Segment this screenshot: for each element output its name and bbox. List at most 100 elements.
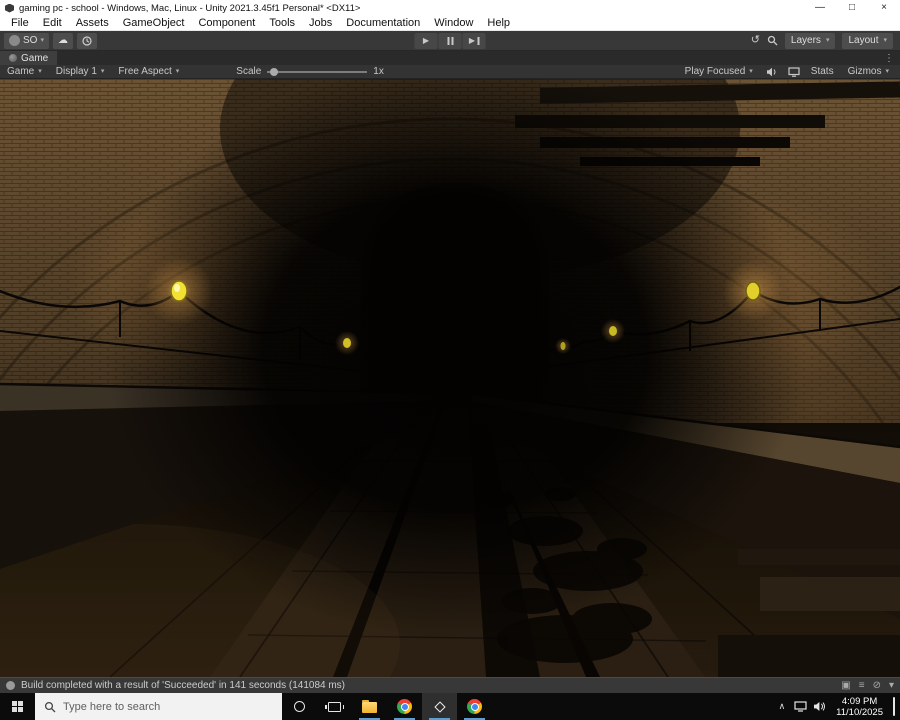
game-toolbar-right: Play Focused ▾ Stats Gizmos ▾ (678, 66, 900, 77)
menu-bar: File Edit Assets GameObject Component To… (0, 16, 900, 31)
game-tab-bar: Game ⋮ (0, 51, 900, 65)
aspect-label: Free Aspect (118, 66, 172, 77)
file-explorer-icon (362, 700, 377, 713)
file-explorer-button[interactable] (352, 693, 387, 720)
close-button[interactable]: × (868, 0, 900, 16)
menu-gameobject[interactable]: GameObject (116, 17, 192, 29)
game-view-toolbar: Game ▾ Display 1 ▾ Free Aspect ▾ Scale 1… (0, 65, 900, 79)
cortana-circle-icon (294, 701, 305, 712)
vsync-monitor-icon[interactable] (784, 66, 804, 77)
windows-taskbar: ∧ 4:09 PM 11/10/2025 (0, 693, 900, 720)
mute-audio-icon[interactable] (762, 67, 782, 77)
layout-label: Layout (848, 35, 879, 46)
gizmos-dropdown[interactable]: Gizmos ▾ (841, 66, 896, 77)
task-view-icon (325, 701, 344, 712)
account-dropdown[interactable]: SO ▾ (4, 32, 49, 49)
tab-game[interactable]: Game (0, 51, 58, 65)
menu-edit[interactable]: Edit (36, 17, 69, 29)
aspect-ratio-dropdown[interactable]: Free Aspect ▾ (111, 65, 186, 78)
unity-app-icon (431, 698, 448, 715)
notifications-muted-icon[interactable]: ⊘ (873, 680, 881, 691)
menu-help[interactable]: Help (480, 17, 517, 29)
tray-display-icon[interactable] (794, 701, 807, 712)
chevron-down-icon: ▾ (38, 68, 42, 75)
scale-group: Scale 1x (236, 66, 384, 77)
chevron-down-icon: ▾ (825, 37, 830, 44)
hidden-icons-chevron-icon[interactable]: ∧ (776, 701, 789, 712)
stats-button[interactable]: Stats (806, 66, 839, 77)
scale-label: Scale (236, 66, 262, 77)
task-view-button[interactable] (317, 693, 352, 720)
chevron-down-icon: ▾ (883, 37, 887, 44)
scale-value: 1x (373, 66, 384, 77)
cloud-icon: ☁ (57, 35, 68, 46)
title-bar: gaming pc - school - Windows, Mac, Linux… (0, 0, 900, 16)
game-view-icon (9, 54, 17, 62)
menu-file[interactable]: File (4, 17, 36, 29)
chevron-down-icon: ▾ (175, 68, 180, 75)
undo-history-icon[interactable]: ↺ (751, 35, 760, 46)
tab-options-kebab-icon[interactable]: ⋮ (878, 53, 900, 64)
menu-jobs[interactable]: Jobs (302, 17, 339, 29)
stats-label: Stats (810, 66, 834, 77)
status-message: Build completed with a result of 'Succee… (21, 680, 346, 691)
chevron-down-icon: ▾ (100, 68, 105, 75)
search-icon (44, 701, 56, 712)
step-icon: ▶ (468, 36, 476, 45)
layout-dropdown[interactable]: Layout ▾ (842, 32, 893, 49)
menu-window[interactable]: Window (427, 17, 480, 29)
chrome-icon (467, 699, 482, 714)
scale-slider[interactable] (267, 67, 368, 77)
status-bar: Build completed with a result of 'Succee… (0, 677, 900, 693)
menu-component[interactable]: Component (191, 17, 262, 29)
play-button[interactable]: ▶ (414, 32, 438, 49)
toolbar-left-group: SO ▾ ☁ (4, 32, 97, 49)
windows-logo-icon (12, 701, 23, 712)
clock-date: 11/10/2025 (836, 706, 883, 718)
maximize-button[interactable]: □ (836, 0, 868, 16)
console-list-icon[interactable]: ≡ (859, 680, 865, 691)
cortana-button[interactable] (282, 693, 317, 720)
scale-slider-knob[interactable] (270, 67, 279, 76)
gizmos-label: Gizmos (847, 66, 882, 77)
menu-tools[interactable]: Tools (262, 17, 302, 29)
account-label: SO (23, 35, 38, 46)
search-icon[interactable] (767, 35, 778, 46)
build-status-icon (6, 681, 15, 690)
step-button[interactable]: ▶ (462, 32, 486, 49)
play-icon: ▶ (422, 36, 430, 45)
view-mode-dropdown[interactable]: Game ▾ (0, 65, 49, 78)
display-dropdown[interactable]: Display 1 ▾ (49, 65, 112, 78)
cloud-services-button[interactable]: ☁ (52, 32, 73, 49)
account-avatar-icon (9, 35, 20, 46)
chrome-secondary-button[interactable] (457, 693, 492, 720)
system-tray: ∧ 4:09 PM 11/10/2025 (776, 693, 900, 720)
start-button[interactable] (0, 693, 35, 720)
pause-button[interactable] (438, 32, 462, 49)
unity-logo-icon (5, 3, 14, 13)
taskbar-clock[interactable]: 4:09 PM 11/10/2025 (832, 696, 887, 718)
game-viewport[interactable] (0, 79, 900, 677)
chevron-down-icon: ▾ (749, 68, 753, 75)
main-toolbar: SO ▾ ☁ ▶ ▶ ↺ Layers ▾ Layout ▾ (0, 31, 900, 51)
chevron-down-icon: ▾ (40, 37, 44, 44)
unity-app-button[interactable] (422, 693, 457, 720)
search-input[interactable] (63, 700, 253, 713)
taskbar-search[interactable] (35, 693, 282, 720)
progress-grid-icon[interactable]: ▣ (841, 680, 850, 691)
menu-documentation[interactable]: Documentation (339, 17, 427, 29)
transport-controls: ▶ ▶ (414, 32, 486, 49)
menu-assets[interactable]: Assets (69, 17, 116, 29)
pause-icon (447, 36, 449, 45)
minimize-button[interactable]: — (804, 0, 836, 16)
play-focused-dropdown[interactable]: Play Focused ▾ (678, 66, 760, 77)
status-tray-collapse-icon[interactable]: ▾ (889, 680, 894, 691)
layers-dropdown[interactable]: Layers ▾ (784, 32, 836, 49)
action-center-button[interactable] (893, 696, 895, 716)
display-label: Display 1 (55, 66, 97, 77)
version-control-button[interactable] (76, 32, 97, 49)
tray-volume-icon[interactable] (813, 701, 826, 712)
tab-game-label: Game (21, 52, 49, 64)
window-controls: — □ × (804, 0, 900, 16)
chrome-button[interactable] (387, 693, 422, 720)
